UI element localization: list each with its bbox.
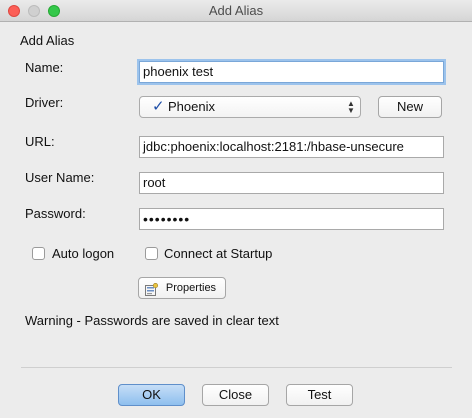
driver-select[interactable]: ✓ Phoenix ▲ ▼ [139,96,361,118]
close-button[interactable]: Close [202,384,269,406]
ok-button[interactable]: OK [118,384,185,406]
new-driver-button[interactable]: New [378,96,442,118]
properties-button-label: Properties [165,282,217,294]
connect-at-startup-checkbox[interactable] [145,247,158,260]
auto-logon-label[interactable]: Auto logon [52,246,114,261]
title-bar[interactable]: Add Alias [0,0,472,22]
username-label: User Name: [25,170,95,185]
section-title: Add Alias [20,33,75,48]
dropdown-arrows-icon: ▲ ▼ [347,99,355,115]
username-input[interactable]: root [139,172,444,194]
add-alias-dialog: Add Alias Add Alias Name: phoenix test D… [0,0,472,418]
connect-at-startup-label[interactable]: Connect at Startup [164,246,272,261]
properties-icon [145,283,158,296]
password-label: Password: [25,206,86,221]
window-title: Add Alias [208,3,264,18]
divider [21,367,452,368]
url-input[interactable]: jdbc:phoenix:localhost:2181:/hbase-unsec… [139,136,444,158]
name-input[interactable]: phoenix test [139,61,444,83]
auto-logon-checkbox[interactable] [32,247,45,260]
url-label: URL: [25,134,55,149]
name-label: Name: [25,60,64,75]
driver-select-value: Phoenix [168,99,215,114]
password-warning: Warning - Passwords are saved in clear t… [25,313,279,328]
driver-label: Driver: [25,95,64,110]
checkmark-icon: ✓ [152,98,165,115]
properties-button[interactable]: Properties [138,277,226,299]
password-input[interactable]: •••••••• [139,208,444,230]
test-button[interactable]: Test [286,384,353,406]
